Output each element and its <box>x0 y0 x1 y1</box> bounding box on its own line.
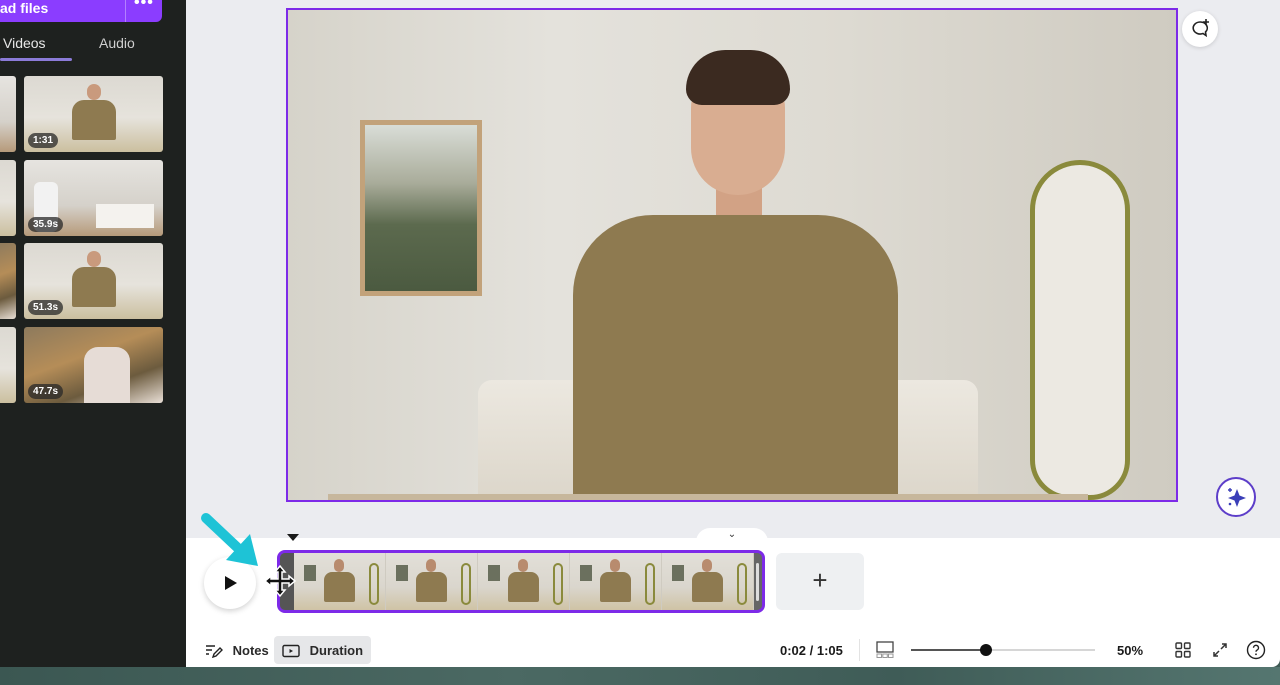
thumbnail-counter <box>96 204 154 228</box>
add-clip-button[interactable]: + <box>776 553 864 610</box>
video-thumbnail-partial[interactable] <box>0 76 16 152</box>
tab-videos[interactable]: Videos <box>3 35 46 51</box>
toolbar-divider <box>859 639 860 661</box>
notes-button[interactable]: Notes <box>199 636 275 664</box>
duration-badge: 1:31 <box>28 133 59 148</box>
scene-person-hair <box>686 50 790 105</box>
thumbnail-shirt <box>71 267 116 307</box>
video-thumbnail-partial[interactable] <box>0 160 16 236</box>
video-thumbnail[interactable]: 1:31 <box>24 76 163 152</box>
thumbnail-person <box>84 347 130 403</box>
duration-button[interactable]: Duration <box>274 636 372 664</box>
video-frame-icon <box>282 644 300 657</box>
video-thumbnail-partial[interactable] <box>0 243 16 319</box>
duration-label: Duration <box>309 643 364 659</box>
upload-files-label: ad files <box>0 0 49 16</box>
zoom-percentage[interactable]: 50% <box>1117 643 1143 658</box>
desktop-background <box>0 667 1280 685</box>
video-canvas[interactable] <box>286 8 1178 502</box>
thumbnail-shirt <box>71 100 116 140</box>
upload-files-button[interactable]: ad files ••• <box>0 0 162 22</box>
magic-assistant-button[interactable] <box>1216 477 1256 517</box>
duration-badge: 47.7s <box>28 384 64 399</box>
comment-plus-icon <box>1192 19 1209 38</box>
video-thumbnail[interactable]: 51.3s <box>24 243 163 319</box>
button-divider <box>125 0 126 22</box>
clip-trim-handle-right[interactable] <box>754 553 762 610</box>
more-options-icon[interactable]: ••• <box>134 0 154 12</box>
video-thumbnail[interactable]: 47.7s <box>24 327 163 403</box>
clip-frame <box>662 553 754 610</box>
notes-label: Notes <box>232 643 269 659</box>
zoom-slider-fill <box>911 649 987 651</box>
clip-filmstrip <box>294 553 754 610</box>
video-thumbnail[interactable]: 35.9s <box>24 160 163 236</box>
thumbnail-person <box>86 251 101 267</box>
duration-badge: 51.3s <box>28 300 64 315</box>
add-comment-button[interactable] <box>1182 11 1218 47</box>
resize-cursor-icon <box>263 564 297 598</box>
sparkle-icon <box>1228 488 1246 507</box>
thumbnail-person <box>86 84 101 100</box>
scene-surfboard <box>1030 160 1130 500</box>
video-thumbnail-partial[interactable] <box>0 327 16 403</box>
duration-badge: 35.9s <box>28 217 64 232</box>
help-icon[interactable] <box>1246 640 1266 660</box>
scene-table <box>328 494 1088 500</box>
video-clip[interactable] <box>277 550 765 613</box>
scene-person-body <box>573 215 898 500</box>
zoom-slider[interactable] <box>911 644 1095 656</box>
uploads-panel: ad files ••• Videos Audio 1:31 35.9s 51.… <box>0 0 186 667</box>
notes-pencil-icon <box>206 644 223 658</box>
active-tab-indicator <box>0 58 72 61</box>
collapse-timeline-button[interactable]: ⌄ <box>696 528 768 542</box>
clip-frame <box>570 553 662 610</box>
grid-view-icon[interactable] <box>1174 641 1192 659</box>
clip-frame <box>294 553 386 610</box>
scene-wall-art <box>360 120 482 296</box>
fullscreen-icon[interactable] <box>1211 641 1229 659</box>
clip-frame <box>478 553 570 610</box>
playback-time: 0:02 / 1:05 <box>780 643 843 658</box>
clip-frame <box>386 553 478 610</box>
playhead-marker[interactable] <box>287 534 299 541</box>
tab-audio[interactable]: Audio <box>99 35 135 51</box>
annotation-arrow-icon <box>201 513 258 566</box>
page-layout-icon[interactable] <box>876 641 894 659</box>
